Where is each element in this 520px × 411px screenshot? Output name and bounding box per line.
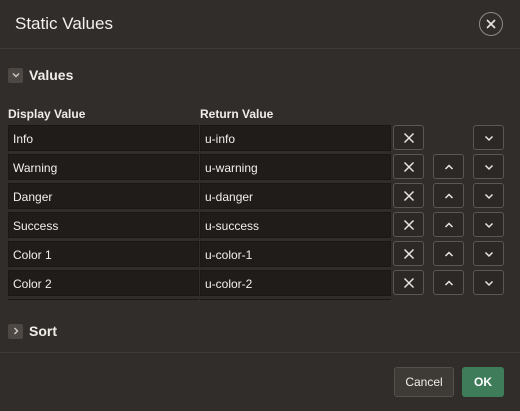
move-down-button[interactable] — [473, 270, 504, 295]
close-icon — [486, 19, 496, 29]
ok-button[interactable]: OK — [462, 367, 504, 397]
chevron-up-icon — [444, 250, 453, 257]
display-value-field[interactable]: Danger — [8, 183, 199, 209]
move-down-button[interactable] — [473, 125, 504, 150]
remove-icon — [403, 161, 414, 172]
chevron-up-icon — [444, 279, 453, 286]
chevron-down-icon — [484, 164, 493, 170]
chevron-up-icon — [444, 192, 453, 199]
dialog-footer: Cancel OK — [0, 352, 520, 411]
value-row: Success u-success — [8, 212, 520, 238]
move-down-button[interactable] — [473, 241, 504, 266]
move-up-button[interactable] — [433, 270, 464, 295]
remove-row-button[interactable] — [393, 270, 424, 295]
chevron-down-icon — [484, 280, 493, 286]
display-value-field[interactable]: Color 2 — [8, 270, 199, 296]
value-row: Warning u-warning — [8, 154, 520, 180]
remove-icon — [403, 219, 414, 230]
move-down-button[interactable] — [473, 212, 504, 237]
display-value-field[interactable] — [8, 299, 199, 300]
move-down-button[interactable] — [473, 183, 504, 208]
value-row: Danger u-danger — [8, 183, 520, 209]
remove-icon — [403, 190, 414, 201]
dialog-titlebar: Static Values — [0, 0, 520, 49]
remove-icon — [403, 277, 414, 288]
remove-row-button[interactable] — [393, 241, 424, 266]
return-value-field[interactable]: u-info — [200, 125, 391, 151]
value-row: Info u-info — [8, 125, 520, 151]
move-up-button[interactable] — [433, 183, 464, 208]
values-section-title: Values — [29, 67, 74, 83]
sort-section-toggle[interactable]: Sort — [8, 323, 57, 339]
chevron-up-icon — [444, 163, 453, 170]
display-value-field[interactable]: Info — [8, 125, 199, 151]
return-value-field[interactable]: u-color-1 — [200, 241, 391, 267]
chevron-down-icon — [484, 251, 493, 257]
chevron-up-icon — [444, 221, 453, 228]
move-up-button[interactable] — [433, 154, 464, 179]
return-value-field[interactable]: u-color-2 — [200, 270, 391, 296]
chevron-right-icon — [8, 323, 23, 339]
static-values-dialog: Static Values Values Display Value Retur… — [0, 0, 520, 410]
chevron-down-icon — [8, 67, 23, 83]
display-value-column-header: Display Value — [8, 107, 86, 121]
chevron-down-icon — [484, 135, 493, 141]
return-value-field[interactable]: u-danger — [200, 183, 391, 209]
remove-row-button[interactable] — [393, 125, 424, 150]
remove-row-button[interactable] — [393, 212, 424, 237]
return-value-field[interactable] — [200, 299, 391, 300]
dialog-title: Static Values — [15, 14, 113, 33]
display-value-field[interactable]: Color 1 — [8, 241, 199, 267]
cancel-button[interactable]: Cancel — [394, 367, 454, 397]
chevron-down-icon — [484, 222, 493, 228]
remove-icon — [403, 132, 414, 143]
value-row: Color 1 u-color-1 — [8, 241, 520, 267]
move-up-button[interactable] — [433, 212, 464, 237]
return-value-field[interactable]: u-success — [200, 212, 391, 238]
remove-icon — [403, 248, 414, 259]
return-value-column-header: Return Value — [200, 107, 274, 121]
values-grid: Info u-info Warning u-warning Danger u-danger… — [0, 124, 520, 300]
chevron-down-icon — [484, 193, 493, 199]
value-row: Color 2 u-color-2 — [8, 270, 520, 296]
remove-row-button[interactable] — [393, 154, 424, 179]
values-section-toggle[interactable]: Values — [8, 67, 73, 83]
move-up-button[interactable] — [433, 241, 464, 266]
display-value-field[interactable]: Warning — [8, 154, 199, 180]
move-down-button[interactable] — [473, 154, 504, 179]
close-button[interactable] — [479, 12, 503, 36]
return-value-field[interactable]: u-warning — [200, 154, 391, 180]
sort-section-title: Sort — [29, 323, 57, 339]
display-value-field[interactable]: Success — [8, 212, 199, 238]
remove-row-button[interactable] — [393, 183, 424, 208]
